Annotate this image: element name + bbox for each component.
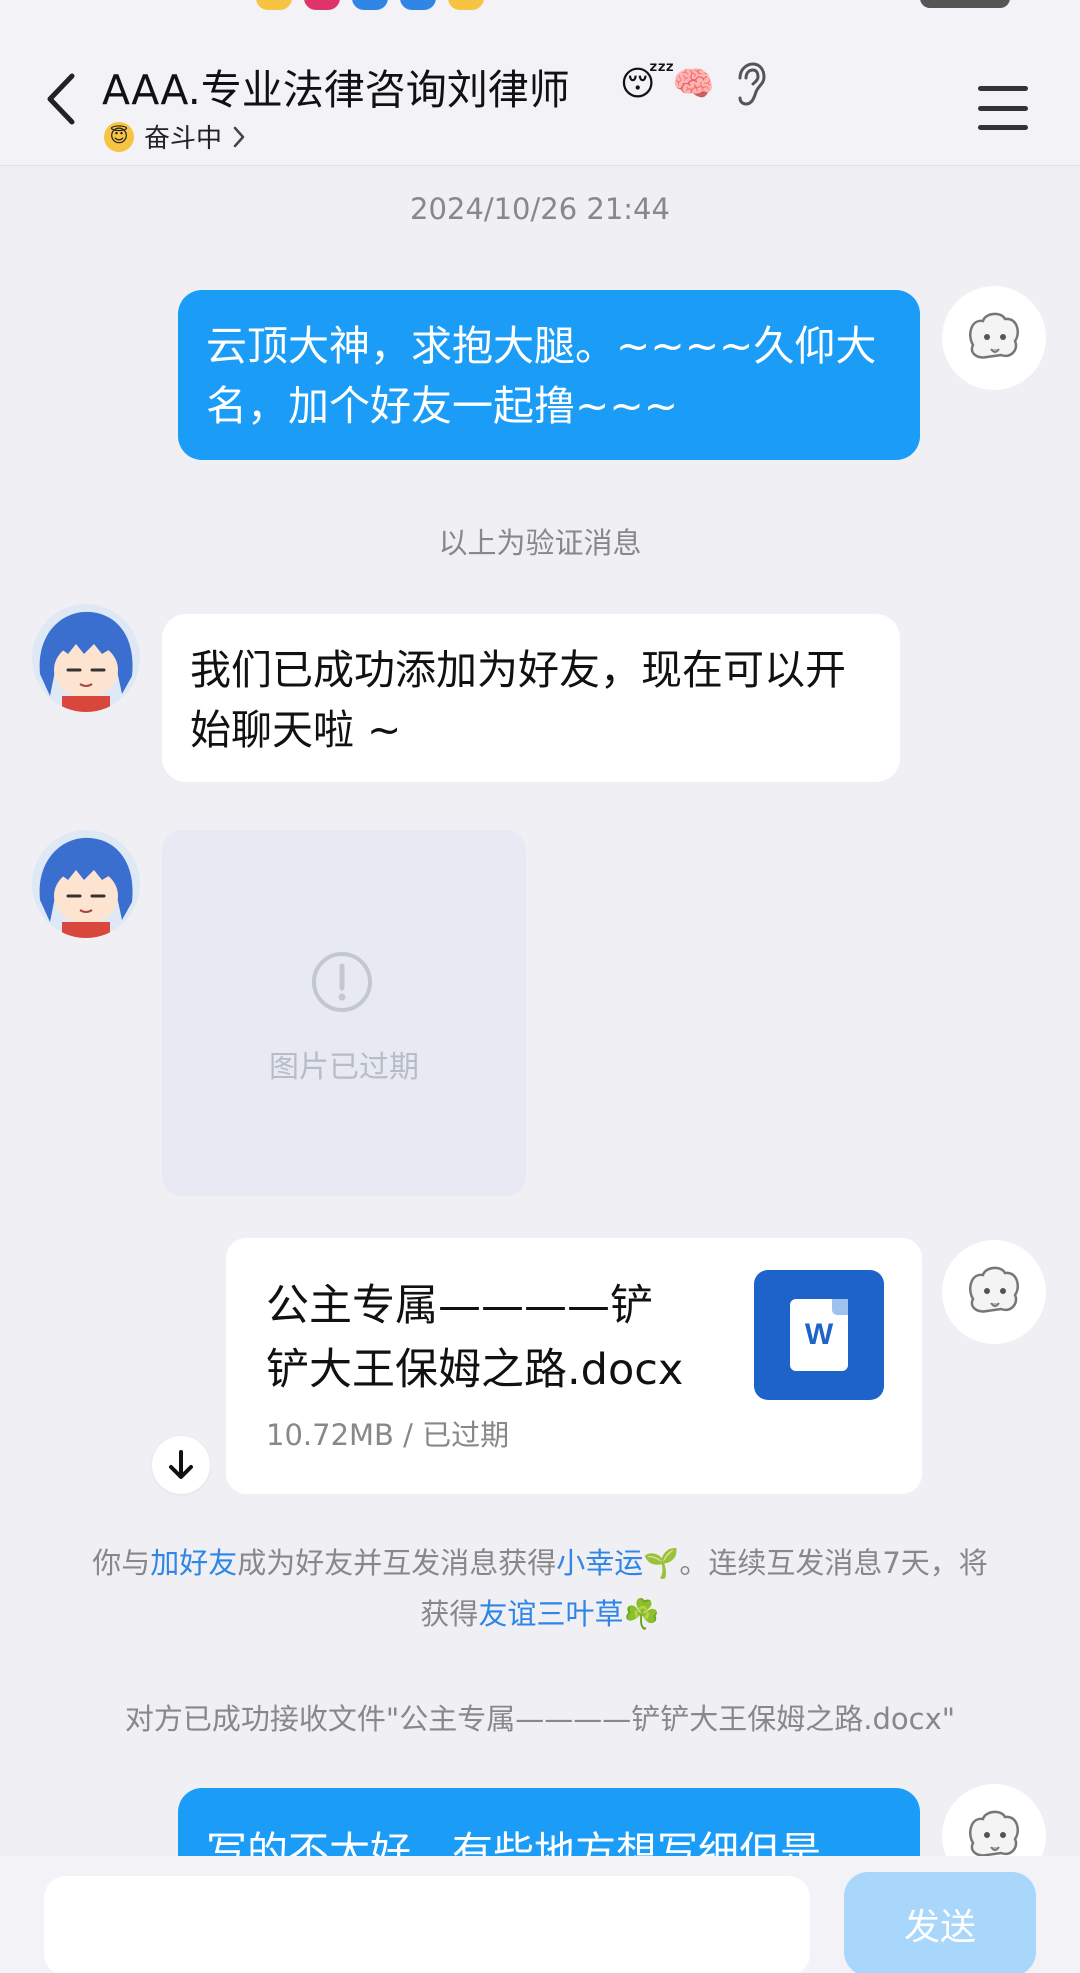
- brain-icon: 🧠: [672, 64, 715, 104]
- chat-header: AAA.专业法律咨询刘律师 😴 🧠 😇 奋斗中: [0, 14, 1080, 166]
- send-button[interactable]: 发送: [844, 1872, 1036, 1973]
- status-bar: [0, 0, 1080, 14]
- menu-button[interactable]: [978, 86, 1028, 130]
- file-received-notice: 对方已成功接收文件"公主专属————铲铲大王保姆之路.docx": [124, 1702, 956, 1736]
- exclamation-circle-icon: [312, 952, 372, 1012]
- anime-girl-avatar-icon: [32, 830, 140, 938]
- clover-badge-link[interactable]: 友谊三叶草: [478, 1597, 623, 1631]
- my-avatar[interactable]: [942, 1240, 1046, 1344]
- clover-icon: ☘️: [623, 1597, 660, 1631]
- anime-girl-avatar-icon: [32, 604, 140, 712]
- download-button[interactable]: [152, 1436, 210, 1494]
- chevron-left-icon: [47, 73, 75, 125]
- system-message: 以上为验证消息: [438, 526, 642, 560]
- friendship-reward-notice: 你与加好友成为好友并互发消息获得小幸运🌱。连续互发消息7天，将获得友谊三叶草☘️: [92, 1546, 988, 1631]
- cat-avatar-icon: [969, 312, 1019, 359]
- message-input-bar: 发送: [0, 1856, 1080, 1973]
- message-text: 写的不太好，有些地方想写细但是: [206, 1828, 821, 1860]
- contact-avatar[interactable]: [32, 604, 140, 712]
- word-file-icon: W: [754, 1270, 884, 1400]
- ear-icon[interactable]: [734, 62, 768, 108]
- notification-icon: [352, 0, 388, 10]
- cat-avatar-icon: [969, 1266, 1019, 1313]
- message-bubble-sent[interactable]: 云顶大神，求抱大腿。~~~~久仰大名，加个好友一起撸~~~: [178, 290, 920, 460]
- message-input[interactable]: [44, 1876, 810, 1973]
- notification-icon: [448, 0, 484, 10]
- contact-avatar[interactable]: [32, 830, 140, 938]
- status-label: 奋斗中: [144, 124, 223, 154]
- expired-image-message[interactable]: 图片已过期: [162, 830, 526, 1196]
- online-status[interactable]: 😇 奋斗中: [104, 118, 246, 155]
- notification-icon: [256, 0, 292, 10]
- friend-name-link[interactable]: 加好友: [150, 1546, 237, 1580]
- file-name: 公主专属————铲铲大王保姆之路.docx: [266, 1281, 684, 1395]
- chevron-right-icon: [233, 126, 245, 147]
- message-bubble-received[interactable]: 我们已成功添加为好友，现在可以开始聊天啦 ~: [162, 614, 900, 782]
- status-emoji-icon: 😇: [104, 121, 134, 152]
- message-timestamp: 2024/10/26 21:44: [410, 192, 670, 226]
- sleeping-face-icon: 😴: [620, 64, 675, 104]
- arrow-down-icon: [169, 1450, 193, 1479]
- battery-icon: [920, 0, 1010, 8]
- chat-title[interactable]: AAA.专业法律咨询刘律师: [102, 56, 570, 116]
- lucky-badge-link[interactable]: 小幸运: [556, 1546, 643, 1580]
- my-avatar[interactable]: [942, 286, 1046, 390]
- seedling-icon: 🌱: [643, 1546, 680, 1580]
- back-button[interactable]: [30, 64, 90, 134]
- file-message-card[interactable]: 公主专属————铲铲大王保姆之路.docx 10.72MB / 已过期 W: [226, 1238, 922, 1494]
- notification-icon: [400, 0, 436, 10]
- expired-image-label: 图片已过期: [269, 1050, 419, 1085]
- menu-icon: [978, 86, 1028, 91]
- notification-icon: [304, 0, 340, 10]
- file-meta: 10.72MB / 已过期: [266, 1418, 510, 1452]
- message-bubble-sent[interactable]: 写的不太好，有些地方想写细但是: [178, 1788, 920, 1860]
